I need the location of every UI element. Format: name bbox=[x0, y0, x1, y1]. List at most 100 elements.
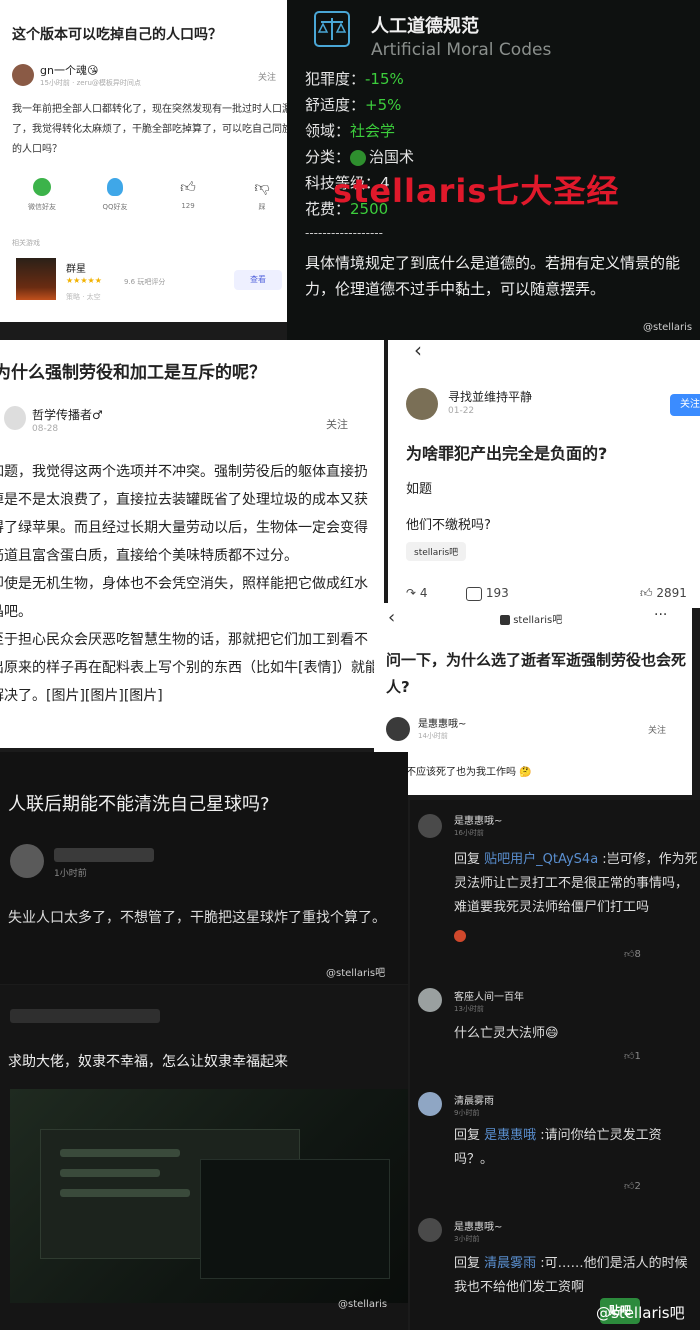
back-icon[interactable]: ‹ bbox=[414, 340, 422, 362]
more-button[interactable]: ··· bbox=[654, 607, 667, 623]
wechat-icon bbox=[33, 178, 51, 196]
comment-author[interactable]: 客座人间一百年 bbox=[454, 988, 524, 1003]
stat-crime: 犯罪度：-15% bbox=[305, 70, 404, 88]
back-icon[interactable]: ‹ bbox=[388, 607, 395, 628]
thumbs-up-icon: 👍︎ bbox=[624, 1181, 635, 1192]
forum-tag[interactable]: stellaris吧 bbox=[406, 542, 467, 561]
share-qq-button[interactable]: QQ好友 bbox=[95, 178, 135, 212]
comment-author[interactable]: 是惠惠哦~ bbox=[454, 812, 502, 827]
rating-stars: ★★★★★ bbox=[66, 276, 102, 285]
post-card-purge-planet: 人联后期能不能清洗自己星球吗? 1小时前 失业人口太多了，不想管了，干脆把这星球… bbox=[0, 752, 408, 984]
avatar[interactable] bbox=[418, 814, 442, 838]
game-name[interactable]: 群星 bbox=[66, 260, 86, 275]
share-wechat-button[interactable]: 微信好友 bbox=[22, 178, 62, 212]
comment-author[interactable]: 清晨雾雨 bbox=[454, 1092, 494, 1107]
share-button[interactable]: ↷ 4 bbox=[406, 586, 428, 600]
post-date: 01-22 bbox=[448, 406, 475, 416]
post-line: 他们不缴税吗? bbox=[406, 518, 491, 533]
author-name[interactable]: gn一个魂😘 bbox=[40, 62, 98, 78]
game-rating: 9.6 玩吧评分 bbox=[124, 278, 166, 286]
comment-button[interactable]: 193 bbox=[466, 586, 509, 601]
watermark: @stellaris bbox=[643, 322, 693, 333]
post-title: 求助大佬，奴隶不幸福，怎么让奴隶幸福起来 bbox=[8, 1054, 288, 1070]
post-title: 为什么强制劳役和加工是互斥的呢？ bbox=[0, 363, 266, 383]
tech-description: 具体情境规定了到底什么是道德的。若拥有定义情景的能力，伦理道德不过手中黏土，可以… bbox=[305, 254, 681, 298]
dislike-button[interactable]: 👎︎ 踩 bbox=[242, 178, 282, 212]
watermark: @stellaris吧 bbox=[326, 968, 386, 979]
avatar[interactable] bbox=[10, 844, 44, 878]
follow-button[interactable]: 关注 bbox=[326, 416, 348, 432]
author-name[interactable]: 寻找並维持平静 bbox=[448, 388, 532, 405]
follow-button[interactable]: 关注 bbox=[258, 70, 276, 83]
share-icon: ↷ bbox=[406, 586, 417, 600]
post-title: 人联后期能不能清洗自己星球吗? bbox=[8, 794, 270, 815]
avatar[interactable] bbox=[406, 388, 438, 420]
like-button[interactable]: 👍︎ 2891 bbox=[640, 586, 687, 601]
screenshot-window bbox=[200, 1159, 390, 1279]
forum-icon bbox=[500, 615, 510, 625]
like-button[interactable]: 👍︎1 bbox=[624, 1050, 641, 1062]
avatar[interactable] bbox=[386, 717, 410, 741]
post-card-slaves-happy: 求助大佬，奴隶不幸福，怎么让奴隶幸福起来 @stellaris bbox=[0, 985, 408, 1330]
comment-item: 客座人间一百年 13小时前 什么亡灵大法师😄 👍︎1 bbox=[410, 980, 700, 1070]
follow-button[interactable]: 关注 bbox=[670, 394, 700, 416]
avatar[interactable] bbox=[12, 64, 34, 86]
post-title: 问一下，为什么选了逝者军逝强制劳役也会死人? bbox=[386, 651, 687, 696]
like-button[interactable]: 👍︎ 129 bbox=[168, 178, 208, 210]
thumbs-up-icon: 👍︎ bbox=[624, 949, 635, 960]
like-button[interactable]: 👍︎2 bbox=[624, 1180, 641, 1192]
post-body: 我一年前把全部人口都转化了，现在突然发现有一批过时人口漏了，我觉得转化太麻烦了，… bbox=[12, 104, 292, 155]
watermark: @stellaris吧 bbox=[596, 1304, 685, 1322]
post-card-eat-population: 这个版本可以吃掉自己的人口吗？ gn一个魂😘 15小时前 · zeru@模板异时… bbox=[0, 0, 300, 322]
reply-target-link[interactable]: 是惠惠哦 bbox=[484, 1128, 536, 1143]
post-card-undead-labor: ‹ stellaris吧 ··· 问一下，为什么选了逝者军逝强制劳役也会死人? … bbox=[374, 603, 692, 795]
view-game-button[interactable]: 查看 bbox=[234, 270, 282, 290]
comment-item: 是惠惠哦~ 3小时前 回复 清晨雾雨 :可……他们是活人的时候我也不给他们发工资… bbox=[410, 1214, 700, 1314]
comment-text: 回复 贴吧用户_QtAyS4a :岂可修，作为死灵法师让亡灵打工不是很正常的事情… bbox=[454, 852, 698, 915]
post-meta: 14小时前 bbox=[418, 732, 448, 740]
tech-name-en: Artificial Moral Codes bbox=[371, 40, 552, 60]
game-icon bbox=[16, 258, 56, 300]
comment-author[interactable]: 是惠惠哦~ bbox=[454, 1218, 502, 1233]
author-row-blurred bbox=[10, 1009, 160, 1023]
thumbs-up-icon: 👍︎ bbox=[624, 1051, 635, 1062]
comment-text: 什么亡灵大法师😄 bbox=[454, 1026, 559, 1041]
comment-text: 回复 是惠惠哦 :请问你给亡灵发工资吗？。 bbox=[454, 1128, 662, 1167]
overlay-caption: stellaris七大圣经 bbox=[333, 172, 620, 210]
post-body: 如题，我觉得这两个选项并不冲突。强制劳役后的躯体直接扔掉是不是太浪费了，直接拉去… bbox=[0, 464, 379, 704]
qq-icon bbox=[107, 178, 123, 196]
post-card-forced-labor: 为什么强制劳役和加工是互斥的呢？ 哲学传播者♂ 08-28 关注 如题，我觉得这… bbox=[0, 340, 384, 748]
stat-category: 分类： 治国术 bbox=[305, 148, 415, 166]
comment-text: 回复 清晨雾雨 :可……他们是活人的时候我也不给他们发工资啊 bbox=[454, 1256, 688, 1295]
avatar[interactable] bbox=[418, 1092, 442, 1116]
tech-name: 人工道德规范 bbox=[371, 16, 479, 37]
action-bar: 微信好友 QQ好友 👍︎ 129 👎︎ 踩 bbox=[0, 178, 300, 218]
comment-time: 16小时前 bbox=[454, 829, 484, 837]
post-body: 失业人口太多了，不想管了，干脆把这星球炸了重找个算了。 bbox=[8, 910, 386, 926]
stat-field: 领域：社会学 bbox=[305, 122, 396, 140]
reply-target-link[interactable]: 贴吧用户_QtAyS4a bbox=[484, 852, 598, 867]
game-sub: 策略 · 太空 bbox=[66, 293, 101, 301]
tech-card-moral-codes: 人工道德规范 Artificial Moral Codes 犯罪度：-15% 舒… bbox=[287, 0, 700, 340]
comment-time: 13小时前 bbox=[454, 1005, 484, 1013]
avatar[interactable] bbox=[418, 1218, 442, 1242]
post-meta: 1小时前 bbox=[54, 869, 87, 879]
reply-target-link[interactable]: 清晨雾雨 bbox=[484, 1256, 536, 1271]
follow-button[interactable]: 关注 bbox=[648, 723, 666, 736]
divider-dashes: ------------------ bbox=[305, 226, 383, 240]
avatar[interactable] bbox=[4, 406, 26, 430]
statecraft-icon bbox=[350, 149, 367, 166]
post-title: 这个版本可以吃掉自己的人口吗？ bbox=[12, 27, 222, 43]
comment-time: 9小时前 bbox=[454, 1109, 480, 1117]
post-card-criminals: ‹ 寻找並维持平静 01-22 关注 为啥罪犯产出完全是负面的? 如题 他们不缴… bbox=[388, 340, 700, 608]
thumbs-down-icon: 👎︎ bbox=[254, 178, 270, 196]
author-name-blurred bbox=[54, 848, 154, 862]
avatar[interactable] bbox=[418, 988, 442, 1012]
author-name[interactable]: 是惠惠哦~ bbox=[418, 715, 466, 730]
comment-time: 3小时前 bbox=[454, 1235, 480, 1243]
author-name[interactable]: 哲学传播者♂ bbox=[32, 406, 103, 423]
like-button[interactable]: 👍︎8 bbox=[624, 948, 641, 960]
post-meta: 15小时前 · zeru@模板异时间点 bbox=[40, 79, 141, 87]
post-title: 为啥罪犯产出完全是负面的? bbox=[406, 444, 608, 463]
reaction-icon bbox=[454, 930, 466, 942]
